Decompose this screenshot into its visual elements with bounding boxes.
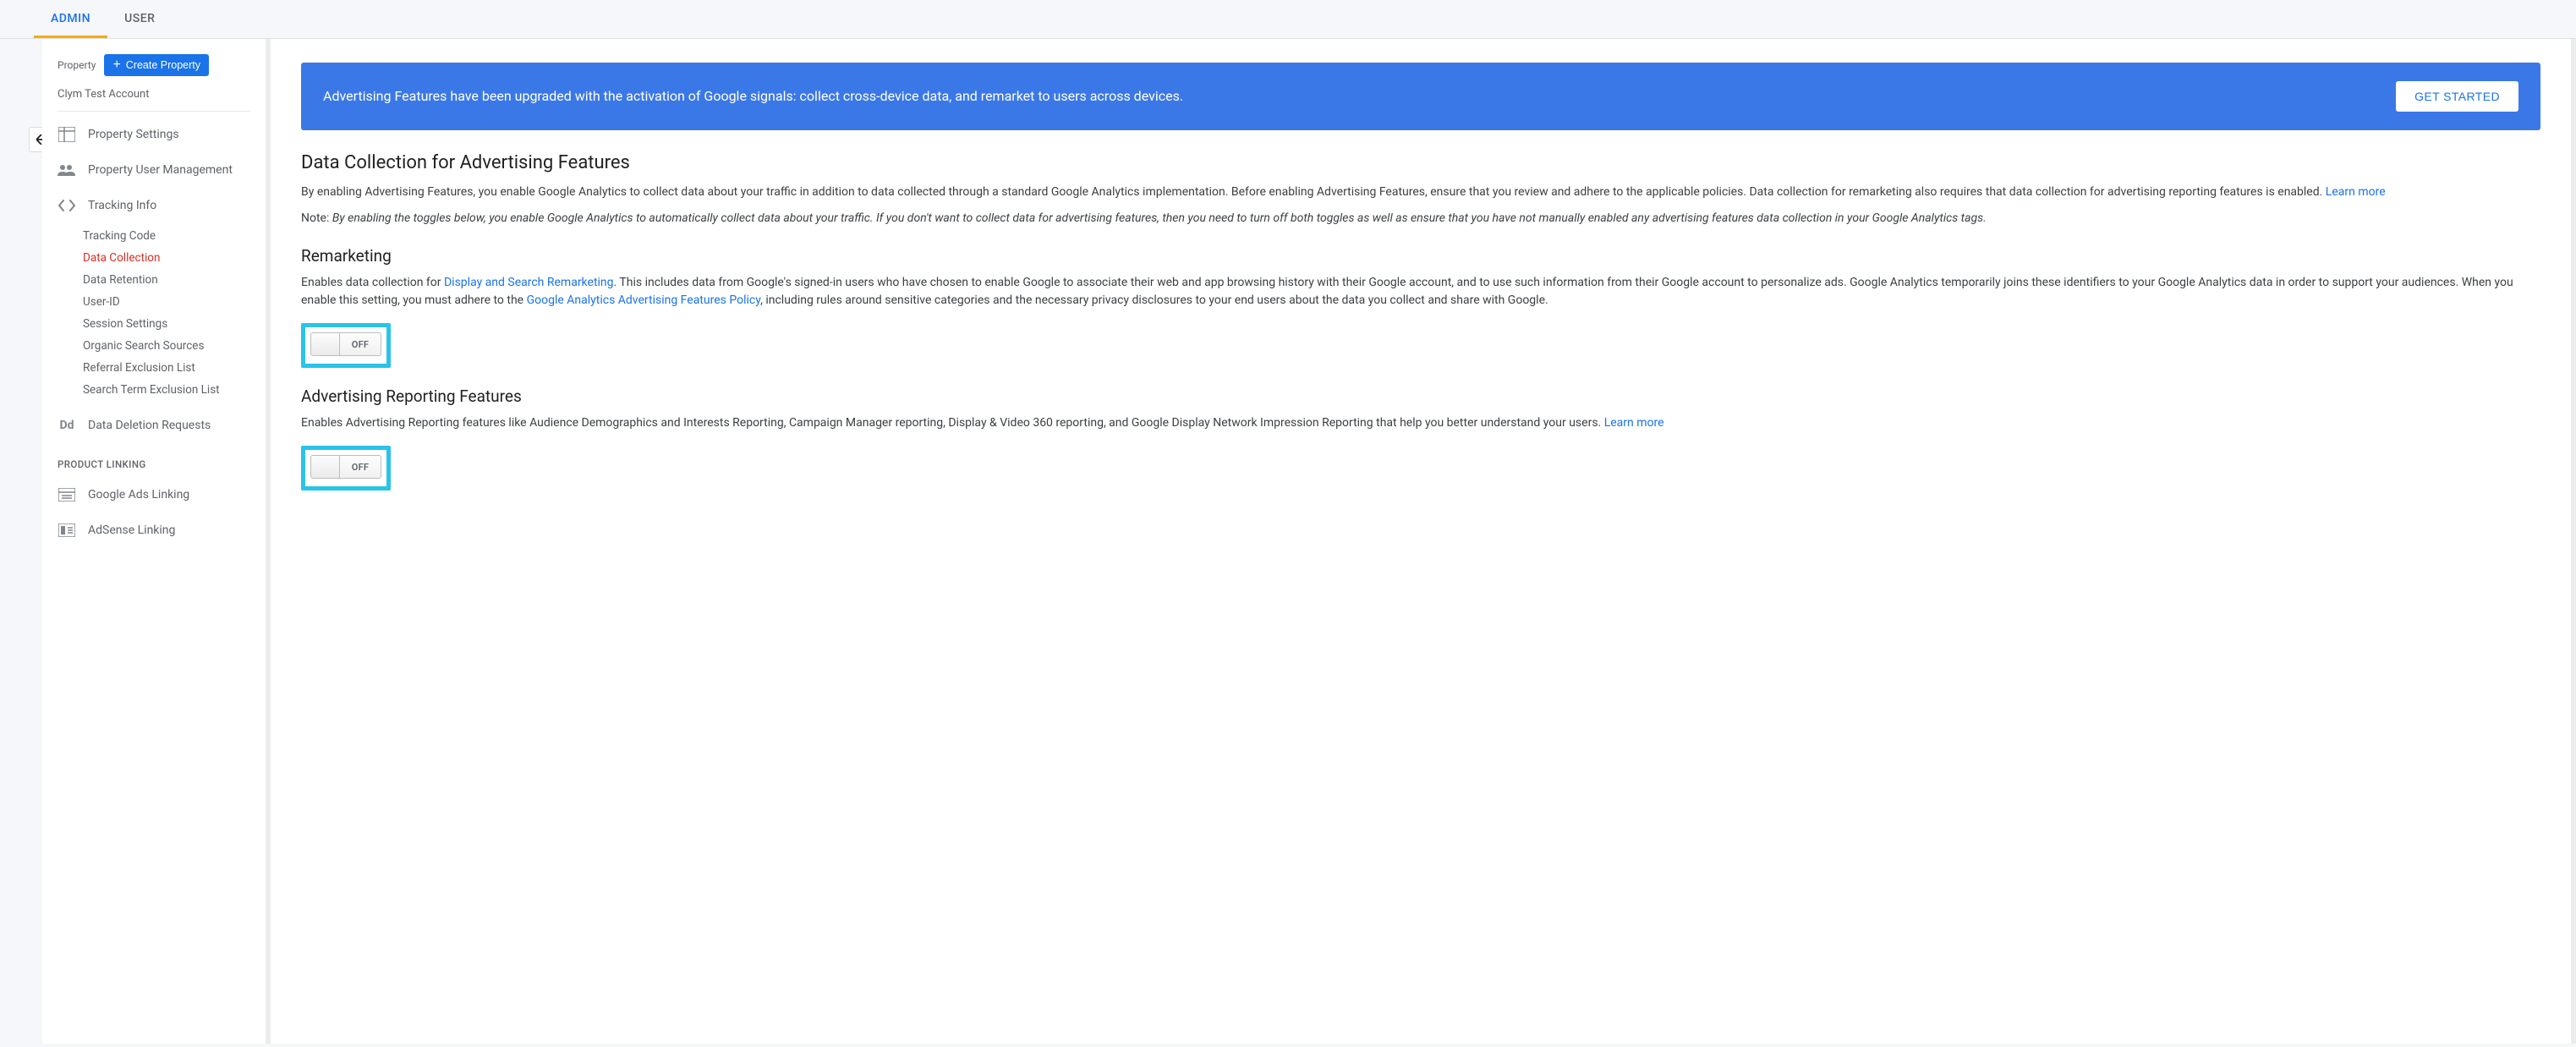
sidebar-item-label: Data Deletion Requests [88, 419, 211, 432]
sub-item-referral-exclusion-list[interactable]: Referral Exclusion List [83, 357, 266, 379]
get-started-button[interactable]: GET STARTED [2396, 81, 2518, 112]
data-deletion-icon: Dd [58, 418, 76, 433]
toggle-label: OFF [340, 462, 381, 473]
arf-toggle-highlight: OFF [301, 446, 391, 491]
create-property-button[interactable]: + Create Property [104, 54, 209, 76]
sidebar-item-label: AdSense Linking [88, 524, 175, 537]
sidebar-item-google-ads-linking[interactable]: Google Ads Linking [42, 477, 266, 513]
settings-panel-icon [58, 127, 76, 142]
toggle-label: OFF [340, 339, 381, 350]
sub-item-data-collection[interactable]: Data Collection [83, 247, 266, 269]
sidebar-item-label: Property Settings [88, 128, 179, 141]
note-label: Note: [301, 211, 332, 225]
remarketing-toggle-highlight: OFF [301, 323, 391, 368]
intro-text: By enabling Advertising Features, you en… [301, 185, 2326, 199]
advertising-features-policy-link[interactable]: Google Analytics Advertising Features Po… [527, 293, 761, 307]
account-name: Clym Test Account [58, 85, 250, 112]
note-text: By enabling the toggles below, you enabl… [332, 211, 1987, 225]
advertising-reporting-toggle[interactable]: OFF [310, 455, 381, 479]
arf-learn-more-link[interactable]: Learn more [1604, 416, 1664, 430]
note-paragraph: Note: By enabling the toggles below, you… [301, 210, 2540, 227]
sidebar-item-data-deletion[interactable]: Dd Data Deletion Requests [42, 408, 266, 443]
tab-user[interactable]: USER [107, 0, 172, 38]
display-search-remarketing-link[interactable]: Display and Search Remarketing [444, 276, 614, 289]
create-property-label: Create Property [126, 59, 200, 71]
sub-item-tracking-code[interactable]: Tracking Code [83, 225, 266, 247]
remarketing-heading: Remarketing [301, 246, 2540, 266]
plus-icon: + [112, 58, 120, 72]
remarketing-paragraph: Enables data collection for Display and … [301, 274, 2540, 310]
arf-text: Enables Advertising Reporting features l… [301, 416, 1604, 430]
sidebar-item-label: Google Ads Linking [88, 488, 189, 502]
advertising-reporting-heading: Advertising Reporting Features [301, 386, 2540, 406]
sub-item-session-settings[interactable]: Session Settings [83, 313, 266, 335]
advertising-reporting-paragraph: Enables Advertising Reporting features l… [301, 414, 2540, 432]
sub-item-data-retention[interactable]: Data Retention [83, 269, 266, 291]
main-content: Advertising Features have been upgraded … [271, 39, 2576, 1044]
toggle-knob [311, 333, 340, 355]
section-product-linking: PRODUCT LINKING [42, 443, 266, 477]
sub-item-search-term-exclusion-list[interactable]: Search Term Exclusion List [83, 379, 266, 401]
remarketing-text-3: , including rules around sensitive categ… [760, 293, 1548, 307]
google-signals-banner: Advertising Features have been upgraded … [301, 63, 2540, 130]
users-icon [58, 162, 76, 178]
sidebar-item-adsense-linking[interactable]: AdSense Linking [42, 513, 266, 548]
remarketing-text-1: Enables data collection for [301, 276, 444, 289]
page-title: Data Collection for Advertising Features [301, 152, 2540, 173]
toggle-knob [311, 456, 340, 478]
sidebar: Property + Create Property Clym Test Acc… [42, 39, 271, 1044]
back-column [0, 39, 42, 1044]
sidebar-item-tracking-info[interactable]: Tracking Info [42, 188, 266, 223]
tracking-info-submenu: Tracking Code Data Collection Data Reten… [42, 223, 266, 408]
sidebar-item-property-settings[interactable]: Property Settings [42, 117, 266, 152]
top-tabs: ADMIN USER [0, 0, 2576, 39]
tab-admin[interactable]: ADMIN [34, 0, 107, 38]
code-icon [58, 198, 76, 213]
adsense-icon [58, 523, 76, 538]
sidebar-item-label: Tracking Info [88, 199, 156, 212]
intro-paragraph: By enabling Advertising Features, you en… [301, 184, 2540, 201]
sidebar-item-property-user-management[interactable]: Property User Management [42, 152, 266, 188]
sidebar-item-label: Property User Management [88, 163, 233, 177]
sub-item-user-id[interactable]: User-ID [83, 291, 266, 313]
learn-more-link[interactable]: Learn more [2326, 185, 2386, 199]
banner-text: Advertising Features have been upgraded … [323, 86, 2362, 106]
google-ads-icon [58, 487, 76, 502]
remarketing-toggle[interactable]: OFF [310, 332, 381, 356]
property-label: Property [58, 59, 96, 71]
sub-item-organic-search-sources[interactable]: Organic Search Sources [83, 335, 266, 357]
